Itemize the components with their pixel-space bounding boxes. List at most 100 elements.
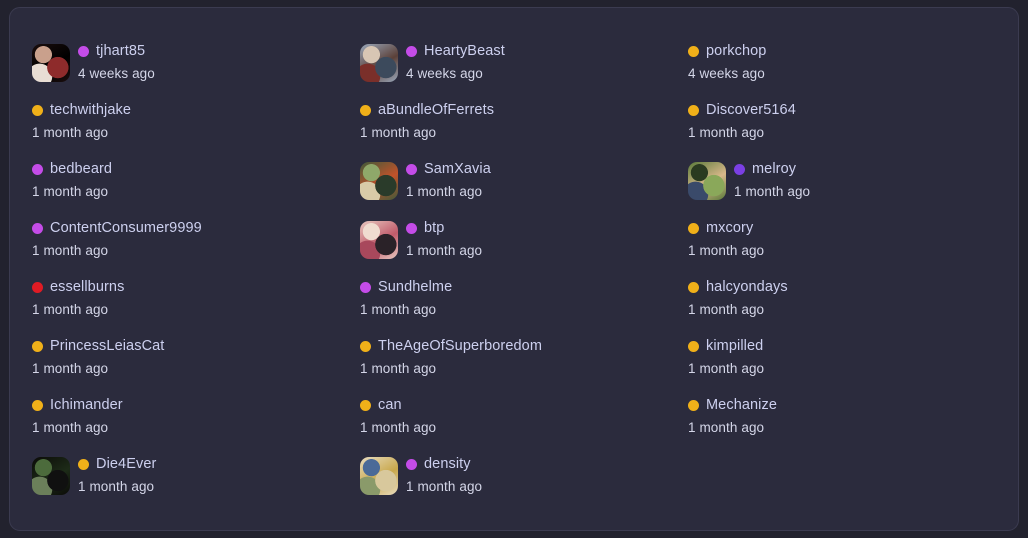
user-name-line: bedbeard [32,159,112,180]
username-link[interactable]: aBundleOfFerrets [378,100,494,121]
status-dot-yellow-icon [688,400,699,411]
user-name-line: btp [406,218,482,239]
entry-timestamp: 1 month ago [688,243,765,258]
username-link[interactable]: techwithjake [50,100,131,121]
username-link[interactable]: HeartyBeast [424,41,505,62]
user-entry[interactable]: porkchop 4 weeks ago [688,41,766,89]
username-link[interactable]: Ichimander [50,395,123,416]
status-dot-purple-icon [406,164,417,175]
user-name-line: techwithjake [32,100,131,121]
user-entry[interactable]: essellburns 1 month ago [32,277,124,325]
user-name-line: density [406,454,482,475]
entry-timestamp: 1 month ago [406,479,483,494]
username-link[interactable]: halcyondays [706,277,788,298]
username-link[interactable]: essellburns [50,277,124,298]
status-dot-purple-icon [32,223,43,234]
status-dot-yellow-icon [360,341,371,352]
user-entry[interactable]: Ichimander 1 month ago [32,395,123,443]
status-dot-yellow-icon [688,46,699,57]
username-link[interactable]: Mechanize [706,395,777,416]
user-entry[interactable]: bedbeard 1 month ago [32,159,112,207]
status-dot-purple-icon [78,46,89,57]
user-entry[interactable]: techwithjake 1 month ago [32,100,131,148]
user-entry[interactable]: SamXavia 1 month ago [360,159,491,207]
entry-timestamp: 1 month ago [688,302,765,317]
avatar-die4ever[interactable] [32,457,70,495]
user-entry[interactable]: mxcory 1 month ago [688,218,764,266]
status-dot-purple-icon [360,282,371,293]
status-dot-yellow-icon [32,341,43,352]
username-link[interactable]: btp [424,218,444,239]
user-grid: tjhart85 4 weeks ago techwithjake 1 month a… [10,8,1018,530]
user-entry-body: tjhart85 4 weeks ago [78,41,155,84]
username-link[interactable]: Sundhelme [378,277,452,298]
username-link[interactable]: melroy [752,159,796,180]
username-link[interactable]: Discover5164 [706,100,796,121]
user-entry-body: kimpilled 1 month ago [688,336,764,379]
user-entry-body: mxcory 1 month ago [688,218,764,261]
avatar-heartybeast[interactable] [360,44,398,82]
username-link[interactable]: Die4Ever [96,454,156,475]
user-entry-body: aBundleOfFerrets 1 month ago [360,100,494,143]
user-name-line: essellburns [32,277,124,298]
avatar-btp[interactable] [360,221,398,259]
entry-timestamp: 1 month ago [360,420,437,435]
user-entry[interactable]: kimpilled 1 month ago [688,336,764,384]
status-dot-yellow-icon [32,400,43,411]
user-entry[interactable]: Mechanize 1 month ago [688,395,777,443]
user-entry[interactable]: TheAgeOfSuperboredom 1 month ago [360,336,542,384]
entry-timestamp: 1 month ago [32,243,109,258]
status-dot-yellow-icon [78,459,89,470]
user-list-card: tjhart85 4 weeks ago techwithjake 1 month a… [9,7,1019,531]
user-entry[interactable]: Sundhelme 1 month ago [360,277,452,325]
username-link[interactable]: bedbeard [50,159,112,180]
status-dot-yellow-icon [360,400,371,411]
user-name-line: TheAgeOfSuperboredom [360,336,542,357]
user-name-line: PrincessLeiasCat [32,336,164,357]
status-dot-purple-icon [32,164,43,175]
entry-timestamp: 1 month ago [688,361,765,376]
status-dot-yellow-icon [32,105,43,116]
entry-timestamp: 1 month ago [734,184,811,199]
user-entry-body: bedbeard 1 month ago [32,159,112,202]
user-entry[interactable]: btp 1 month ago [360,218,482,266]
user-entry-body: techwithjake 1 month ago [32,100,131,143]
username-link[interactable]: ContentConsumer9999 [50,218,202,239]
avatar-melroy[interactable] [688,162,726,200]
entry-timestamp: 1 month ago [32,125,109,140]
user-entry[interactable]: halcyondays 1 month ago [688,277,788,325]
status-dot-purple-icon [406,459,417,470]
user-entry[interactable]: Die4Ever 1 month ago [32,454,156,502]
entry-timestamp: 1 month ago [406,243,483,258]
username-link[interactable]: tjhart85 [96,41,145,62]
user-entry[interactable]: HeartyBeast 4 weeks ago [360,41,505,89]
user-entry[interactable]: tjhart85 4 weeks ago [32,41,155,89]
username-link[interactable]: PrincessLeiasCat [50,336,164,357]
user-entry[interactable]: can 1 month ago [360,395,436,443]
username-link[interactable]: can [378,395,402,416]
username-link[interactable]: mxcory [706,218,753,239]
user-entry[interactable]: density 1 month ago [360,454,482,502]
status-dot-yellow-icon [688,105,699,116]
user-entry[interactable]: melroy 1 month ago [688,159,810,207]
avatar-samxavia[interactable] [360,162,398,200]
user-entry-body: porkchop 4 weeks ago [688,41,766,84]
avatar-tjhart85[interactable] [32,44,70,82]
user-entry-body: density 1 month ago [406,454,482,497]
user-entry[interactable]: aBundleOfFerrets 1 month ago [360,100,494,148]
user-entry[interactable]: ContentConsumer9999 1 month ago [32,218,202,266]
entry-timestamp: 1 month ago [32,420,109,435]
username-link[interactable]: TheAgeOfSuperboredom [378,336,542,357]
column-1: tjhart85 4 weeks ago techwithjake 1 month a… [32,8,362,530]
status-dot-purple-icon [406,46,417,57]
username-link[interactable]: density [424,454,471,475]
user-entry-body: TheAgeOfSuperboredom 1 month ago [360,336,542,379]
username-link[interactable]: SamXavia [424,159,491,180]
user-entry[interactable]: PrincessLeiasCat 1 month ago [32,336,164,384]
entry-timestamp: 1 month ago [78,479,155,494]
avatar-density[interactable] [360,457,398,495]
username-link[interactable]: kimpilled [706,336,763,357]
username-link[interactable]: porkchop [706,41,766,62]
user-entry[interactable]: Discover5164 1 month ago [688,100,796,148]
user-name-line: Mechanize [688,395,777,416]
